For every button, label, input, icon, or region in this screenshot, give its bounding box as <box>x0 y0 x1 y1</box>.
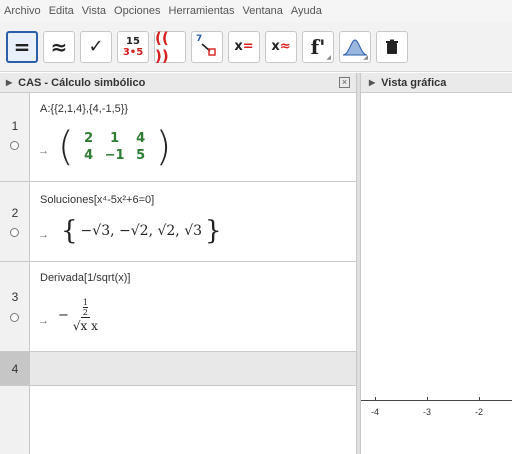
menu-vista[interactable]: Vista <box>82 5 106 17</box>
matrix-output: ( 2 1 4 4 −1 5 ) <box>58 127 171 167</box>
graphics-view[interactable]: ▶ Vista gráfica -4 -3 -2 <box>361 73 512 454</box>
factor-button[interactable]: 15 3•5 <box>117 30 149 63</box>
cas-input-empty[interactable] <box>40 362 340 376</box>
matrix-cell: −1 <box>104 148 125 163</box>
parentheses-icon: (( )) <box>155 28 169 65</box>
cas-rows: 1 A:{{2,1,4},{4,-1,5}} → ( 2 1 4 4 −1 5 … <box>0 93 356 454</box>
fraction-numerator: 1 2 <box>80 298 90 318</box>
half-bottom: 2 <box>82 308 88 317</box>
left-paren: ( <box>58 124 74 170</box>
menu-ayuda[interactable]: Ayuda <box>291 5 322 17</box>
cas-view: ▶ CAS - Cálculo simbólico × 1 A:{{2,1,4}… <box>0 73 356 454</box>
row-number[interactable]: 1 <box>0 119 30 133</box>
menu-ventana[interactable]: Ventana <box>243 5 283 17</box>
solve-icon: x= <box>234 39 254 54</box>
row-toggle-radio[interactable] <box>10 141 19 150</box>
menu-archivo[interactable]: Archivo <box>4 5 41 17</box>
graphics-view-title: Vista gráfica <box>381 76 447 89</box>
matrix-cell: 2 <box>84 131 94 146</box>
nsolve-button[interactable]: x≈ <box>265 30 297 63</box>
derivative-button[interactable]: f' ◢ <box>302 30 334 63</box>
cas-toolbar: = ≈ ✓ 15 3•5 (( )) 7 x= x≈ f' ◢ ◢ <box>0 22 512 72</box>
cas-view-header: ▶ CAS - Cálculo simbólico × <box>0 73 356 93</box>
menu-herramientas[interactable]: Herramientas <box>169 5 235 17</box>
x-tick-label: -3 <box>423 407 432 417</box>
collapse-triangle-icon[interactable]: ▶ <box>369 78 375 87</box>
output-arrow: → <box>38 315 49 327</box>
factor-product-label: 3•5 <box>122 46 144 58</box>
right-brace: } <box>205 216 222 246</box>
matrix-cell: 1 <box>110 131 120 146</box>
row-toggle-radio[interactable] <box>10 228 19 237</box>
output-arrow: → <box>38 145 49 157</box>
check-icon: ✓ <box>88 36 104 57</box>
x-tick-label: -4 <box>371 407 380 417</box>
trash-icon <box>386 39 398 54</box>
cas-row-1[interactable]: 1 A:{{2,1,4},{4,-1,5}} → ( 2 1 4 4 −1 5 … <box>0 93 356 182</box>
evaluate-button[interactable]: = <box>6 30 38 63</box>
row-number[interactable]: 2 <box>0 206 30 220</box>
cas-row-3[interactable]: 3 Derivada[1/sqrt(x)] → − 1 2 √x x <box>0 262 356 352</box>
graphics-view-header: ▶ Vista gráfica <box>361 73 512 93</box>
factor-number-label: 15 <box>126 35 140 47</box>
right-paren: ) <box>155 124 172 170</box>
solutions-list: −√3, −√2, √2, √3 <box>80 223 203 239</box>
numeric-button[interactable]: ≈ <box>43 30 75 63</box>
approx-icon: ≈ <box>50 34 68 59</box>
derivative-icon: f' <box>310 34 326 59</box>
substitute-number-label: 7 <box>196 33 203 44</box>
collapse-triangle-icon[interactable]: ▶ <box>6 78 12 87</box>
substitute-button[interactable]: 7 <box>191 30 223 63</box>
probability-button[interactable]: ◢ <box>339 30 371 63</box>
solve-button[interactable]: x= <box>228 30 260 63</box>
row-toggle-radio[interactable] <box>10 313 19 322</box>
keep-input-button[interactable]: ✓ <box>80 30 112 63</box>
close-icon[interactable]: × <box>339 77 350 88</box>
dropdown-corner-icon: ◢ <box>363 53 368 61</box>
fraction: 1 2 √x x <box>73 298 98 333</box>
x-axis <box>361 400 512 401</box>
cas-input[interactable]: A:{{2,1,4},{4,-1,5}} <box>40 103 128 115</box>
menu-edita[interactable]: Edita <box>49 5 74 17</box>
delete-button[interactable] <box>376 30 408 63</box>
output-arrow: → <box>38 229 49 241</box>
matrix-cell: 4 <box>84 148 94 163</box>
row-number[interactable]: 4 <box>0 362 30 376</box>
tick-mark <box>375 397 376 401</box>
row-number[interactable]: 3 <box>0 290 30 304</box>
cas-input[interactable]: Derivada[1/sqrt(x)] <box>40 272 130 284</box>
matrix-cell: 5 <box>136 148 146 163</box>
solutions-output: { −√3, −√2, √2, √3 } <box>58 216 225 246</box>
nsolve-icon: x≈ <box>271 39 291 54</box>
minus-sign: − <box>58 308 69 323</box>
matrix-grid: 2 1 4 4 −1 5 <box>74 131 156 163</box>
cas-view-title: CAS - Cálculo simbólico <box>18 76 146 89</box>
fraction-denominator: √x x <box>72 319 98 333</box>
menu-bar: Archivo Edita Vista Opciones Herramienta… <box>0 0 512 22</box>
x-tick-label: -2 <box>475 407 484 417</box>
cas-row-2[interactable]: 2 Soluciones[x⁴-5x²+6=0] → { −√3, −√2, √… <box>0 182 356 262</box>
cas-input[interactable]: Soluciones[x⁴-5x²+6=0] <box>40 194 154 206</box>
menu-opciones[interactable]: Opciones <box>114 5 160 17</box>
matrix-cell: 4 <box>136 131 146 146</box>
half-top: 1 <box>82 298 88 308</box>
expand-button[interactable]: (( )) <box>154 28 186 65</box>
tick-mark <box>479 397 480 401</box>
equals-icon: = <box>13 34 31 59</box>
tick-mark <box>427 397 428 401</box>
left-brace: { <box>61 216 78 246</box>
derivative-output: − 1 2 √x x <box>58 298 98 333</box>
cas-row-4[interactable]: 4 <box>0 352 356 386</box>
dropdown-corner-icon: ◢ <box>326 53 331 61</box>
